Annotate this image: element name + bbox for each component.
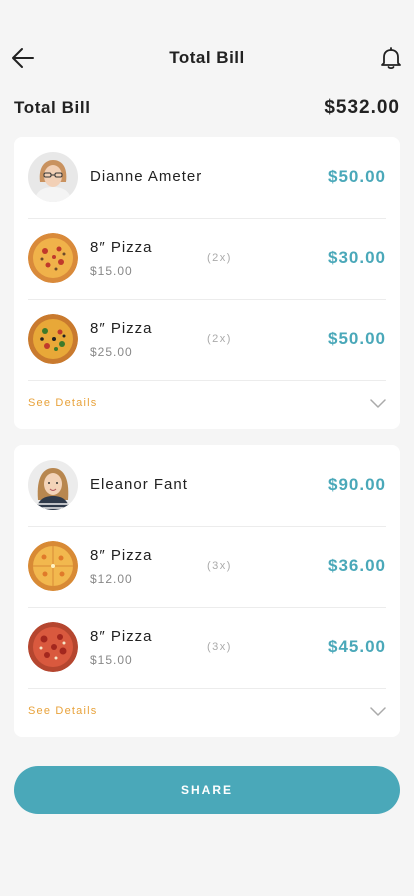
- item-name: 8″ Pizza: [90, 320, 153, 337]
- item-amount: $30.00: [328, 248, 386, 267]
- order-item-row[interactable]: 8″ Pizza $25.00 (2x) $50.00: [28, 299, 386, 381]
- share-button[interactable]: SHARE: [14, 766, 400, 814]
- pizza-image: [28, 314, 78, 364]
- pizza-image: [28, 622, 78, 672]
- see-details-link[interactable]: See Details: [28, 705, 97, 717]
- chevron-down-icon[interactable]: [370, 396, 386, 410]
- avatar: [28, 152, 78, 202]
- item-unit-price: $15.00: [90, 264, 133, 278]
- person-amount: $90.00: [328, 475, 386, 494]
- person-row[interactable]: Eleanor Fant $90.00: [28, 445, 386, 527]
- item-name: 8″ Pizza: [90, 628, 153, 645]
- person-amount: $50.00: [328, 167, 386, 186]
- person-name: Eleanor Fant: [90, 476, 188, 493]
- see-details-toggle[interactable]: See Details: [28, 689, 386, 737]
- item-unit-price: $15.00: [90, 653, 133, 667]
- pizza-image: [28, 541, 78, 591]
- page-title: Total Bill: [169, 48, 245, 67]
- person-name: Dianne Ameter: [90, 168, 203, 185]
- total-bill-label: Total Bill: [14, 98, 91, 117]
- see-details-link[interactable]: See Details: [28, 397, 97, 409]
- total-bill-value: $532.00: [324, 97, 400, 118]
- person-row[interactable]: Dianne Ameter $50.00: [28, 137, 386, 219]
- pizza-image: [28, 233, 78, 283]
- avatar: [28, 460, 78, 510]
- app-header: Total Bill: [0, 36, 414, 80]
- order-item-row[interactable]: 8″ Pizza $15.00 (2x) $30.00: [28, 218, 386, 300]
- order-item-row[interactable]: 8″ Pizza $15.00 (3x) $45.00: [28, 607, 386, 689]
- item-name: 8″ Pizza: [90, 547, 153, 564]
- item-quantity: (2x): [207, 333, 232, 345]
- item-unit-price: $12.00: [90, 572, 133, 586]
- item-quantity: (3x): [207, 641, 232, 653]
- item-amount: $36.00: [328, 556, 386, 575]
- chevron-down-icon[interactable]: [370, 704, 386, 718]
- see-details-toggle[interactable]: See Details: [28, 381, 386, 429]
- item-quantity: (3x): [207, 560, 232, 572]
- item-amount: $50.00: [328, 329, 386, 348]
- person-bill-card: Dianne Ameter $50.00 8″ Pizza $15.00 (2x…: [14, 137, 400, 429]
- order-item-row[interactable]: 8″ Pizza $12.00 (3x) $36.00: [28, 526, 386, 608]
- item-name: 8″ Pizza: [90, 239, 153, 256]
- item-amount: $45.00: [328, 637, 386, 656]
- total-bill-summary: Total Bill $532.00: [14, 96, 400, 120]
- bell-icon[interactable]: [380, 46, 402, 70]
- item-unit-price: $25.00: [90, 345, 133, 359]
- person-bill-card: Eleanor Fant $90.00 8″ Pizza $12.00 (3x)…: [14, 445, 400, 737]
- item-quantity: (2x): [207, 252, 232, 264]
